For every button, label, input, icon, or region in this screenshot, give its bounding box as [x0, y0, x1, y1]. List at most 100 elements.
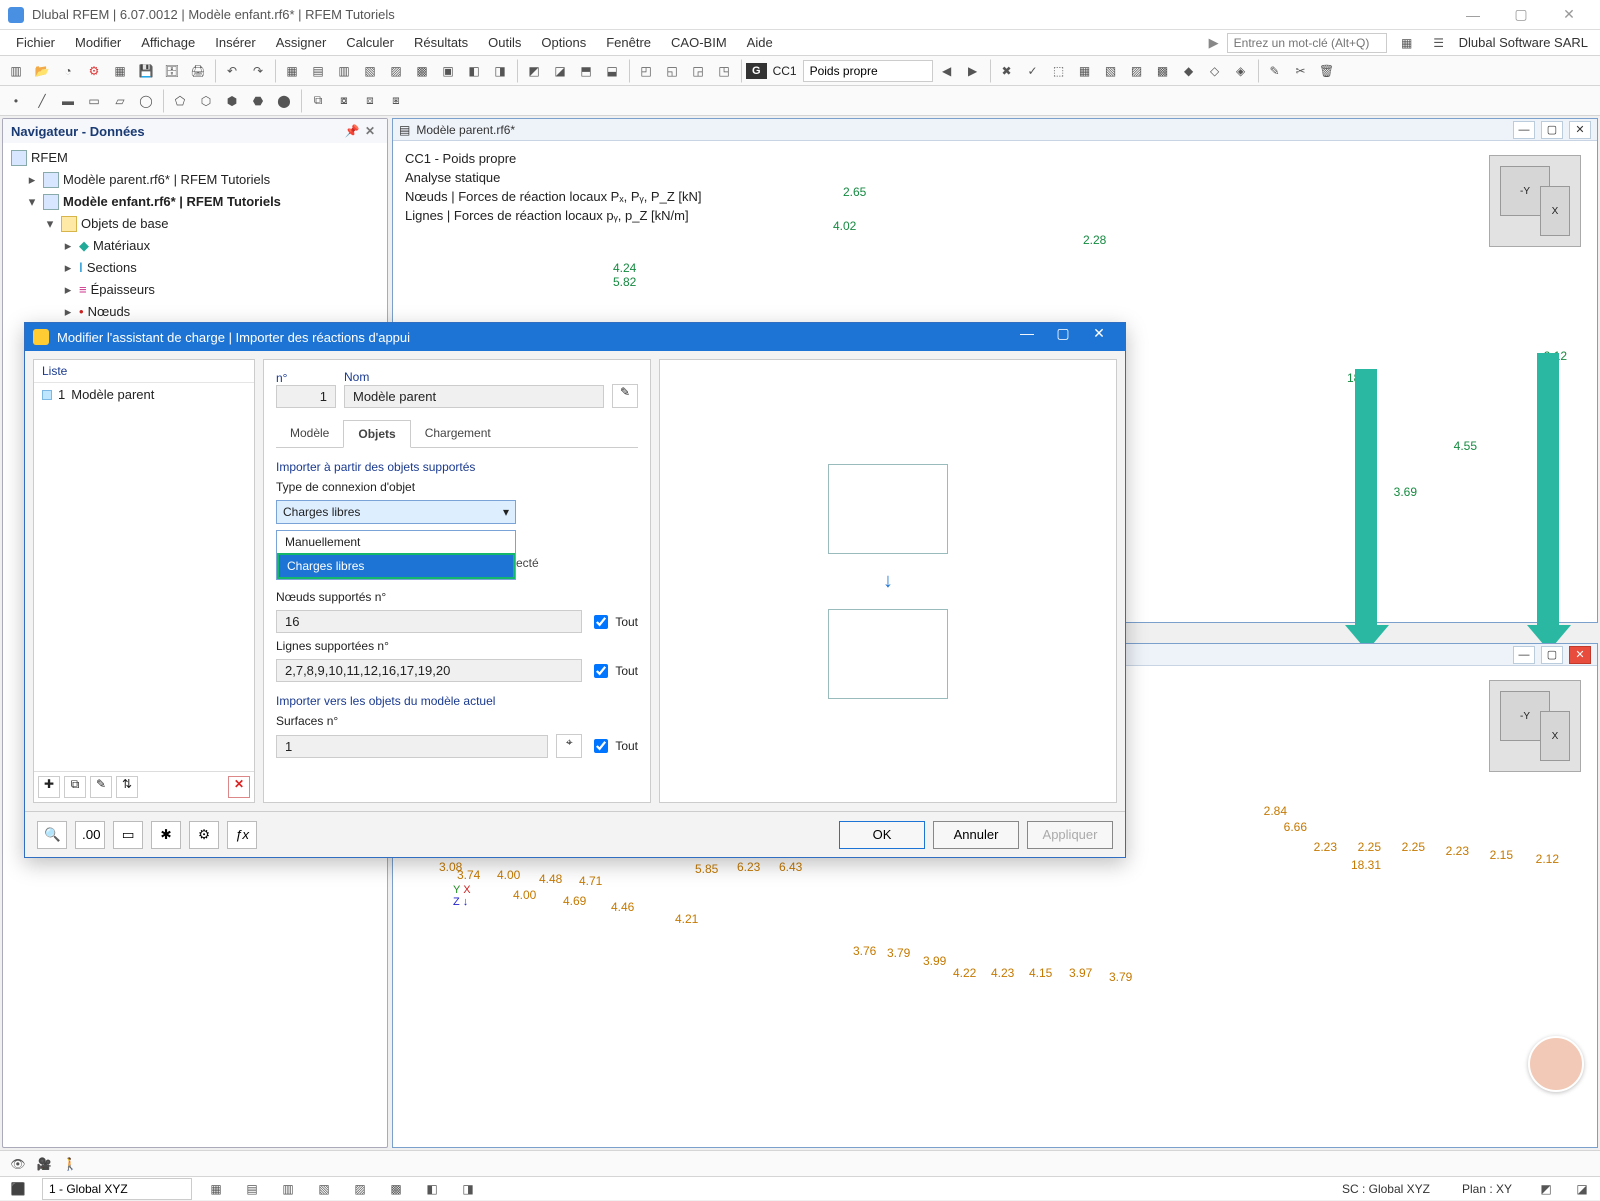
- loadcase-combo[interactable]: [803, 60, 933, 82]
- surface-icon[interactable]: ▭: [82, 89, 106, 113]
- save-icon[interactable]: 💾: [134, 59, 158, 83]
- list-copy-icon[interactable]: ⧉: [64, 776, 86, 798]
- tree-model-parent[interactable]: Modèle parent.rf6* | RFEM Tutoriels: [63, 169, 270, 191]
- tree-root[interactable]: RFEM: [31, 147, 68, 169]
- toolbar-icon[interactable]: ⬓: [600, 59, 624, 83]
- view-cube[interactable]: -Y X: [1489, 155, 1581, 247]
- connection-type-dropdown[interactable]: Manuellement Charges libres: [276, 530, 516, 580]
- status-icon[interactable]: ◩: [1534, 1177, 1558, 1201]
- list-item[interactable]: 1 Modèle parent: [34, 383, 254, 406]
- window-minimize[interactable]: —: [1450, 1, 1496, 29]
- tree-base-objects[interactable]: Objets de base: [81, 213, 168, 235]
- apply-button[interactable]: Appliquer: [1027, 821, 1113, 849]
- footer-tool-icon[interactable]: ✱: [151, 821, 181, 849]
- list-new-icon[interactable]: ✚: [38, 776, 60, 798]
- assistant-avatar[interactable]: [1528, 1036, 1584, 1092]
- footer-color-icon[interactable]: ▭: [113, 821, 143, 849]
- tree-materiaux[interactable]: Matériaux: [93, 235, 150, 257]
- recent-icon[interactable]: ◔: [56, 59, 80, 83]
- menu-fenetre[interactable]: Fenêtre: [596, 31, 661, 54]
- pick-surfaces-icon[interactable]: ⌖: [556, 734, 582, 758]
- toolbar-icon[interactable]: ◩: [522, 59, 546, 83]
- toolbar-icon[interactable]: ⧆: [384, 89, 408, 113]
- toolbar-icon[interactable]: ✖: [995, 59, 1019, 83]
- footer-tool-icon[interactable]: ⚙: [189, 821, 219, 849]
- status-icon[interactable]: ▨: [348, 1177, 372, 1201]
- toolbar-icon[interactable]: ▦: [1395, 31, 1419, 55]
- tab-modele[interactable]: Modèle: [276, 420, 343, 447]
- member-icon[interactable]: ▬: [56, 89, 80, 113]
- undo-icon[interactable]: ↶: [220, 59, 244, 83]
- toolbar-icon[interactable]: ☰: [1427, 31, 1451, 55]
- viewport-close[interactable]: ✕: [1569, 646, 1591, 664]
- line-icon[interactable]: ╱: [30, 89, 54, 113]
- toolbar-icon[interactable]: ◇: [1203, 59, 1227, 83]
- dropdown-option-charges-libres[interactable]: Charges libres: [277, 553, 515, 579]
- toolbar-icon[interactable]: ⬚: [1047, 59, 1071, 83]
- status-icon[interactable]: ▩: [384, 1177, 408, 1201]
- toolbar-icon[interactable]: ▧: [1099, 59, 1123, 83]
- toolbar-icon[interactable]: ⬢: [220, 89, 244, 113]
- ok-button[interactable]: OK: [839, 821, 925, 849]
- toolbar-icon[interactable]: ▦: [1073, 59, 1097, 83]
- navigator-close-icon[interactable]: ✕: [361, 124, 379, 138]
- menu-affichage[interactable]: Affichage: [131, 31, 205, 54]
- tab-objets[interactable]: Objets: [343, 420, 410, 448]
- toolbar-icon[interactable]: ▩: [410, 59, 434, 83]
- menu-outils[interactable]: Outils: [478, 31, 531, 54]
- footer-units-icon[interactable]: .00: [75, 821, 105, 849]
- toolbar-icon[interactable]: ◪: [548, 59, 572, 83]
- toolbar-icon[interactable]: ◈: [1229, 59, 1253, 83]
- footer-script-icon[interactable]: ƒx: [227, 821, 257, 849]
- toolbar-icon[interactable]: ⧉: [306, 89, 330, 113]
- toolbar-icon[interactable]: ⬠: [168, 89, 192, 113]
- tree-epaisseurs[interactable]: Épaisseurs: [91, 279, 155, 301]
- status-icon[interactable]: ▥: [276, 1177, 300, 1201]
- toolbar-icon[interactable]: ▤: [306, 59, 330, 83]
- tree-noeuds[interactable]: Nœuds: [88, 301, 131, 323]
- menu-options[interactable]: Options: [531, 31, 596, 54]
- lines-field[interactable]: 2,7,8,9,10,11,12,16,17,19,20: [276, 659, 582, 682]
- tree-model-enfant[interactable]: Modèle enfant.rf6* | RFEM Tutoriels: [63, 191, 281, 213]
- toolbar-icon[interactable]: ▦: [280, 59, 304, 83]
- viewport-tab-label[interactable]: Modèle parent.rf6*: [416, 123, 515, 137]
- menu-modifier[interactable]: Modifier: [65, 31, 131, 54]
- number-field[interactable]: 1: [276, 385, 336, 408]
- nodes-all-checkbox[interactable]: Tout: [590, 612, 638, 632]
- menu-resultats[interactable]: Résultats: [404, 31, 478, 54]
- save-all-icon[interactable]: 🗄: [160, 59, 184, 83]
- toolbar-icon[interactable]: ◰: [634, 59, 658, 83]
- surfaces-all-checkbox[interactable]: Tout: [590, 736, 638, 756]
- coord-system-combo[interactable]: [42, 1178, 192, 1200]
- list-delete-icon[interactable]: ✕: [228, 776, 250, 798]
- viewport-minimize[interactable]: —: [1513, 646, 1535, 664]
- toolbar-icon[interactable]: ⬣: [246, 89, 270, 113]
- menu-calculer[interactable]: Calculer: [336, 31, 404, 54]
- edit-name-icon[interactable]: ✎: [612, 384, 638, 408]
- dialog-minimize[interactable]: —: [1009, 325, 1045, 349]
- redo-icon[interactable]: ↷: [246, 59, 270, 83]
- menu-inserer[interactable]: Insérer: [205, 31, 265, 54]
- toolbar-icon[interactable]: ✎: [1263, 59, 1287, 83]
- navigator-tree[interactable]: RFEM ▸Modèle parent.rf6* | RFEM Tutoriel…: [3, 143, 387, 349]
- dialog-maximize[interactable]: ▢: [1045, 325, 1081, 349]
- list-tool-icon[interactable]: ⇅: [116, 776, 138, 798]
- dropdown-option-manuellement[interactable]: Manuellement: [277, 531, 515, 553]
- settings-icon[interactable]: ⚙: [82, 59, 106, 83]
- toolbar-icon[interactable]: ⧇: [332, 89, 356, 113]
- prev-icon[interactable]: ◀: [935, 59, 959, 83]
- window-maximize[interactable]: ▢: [1498, 1, 1544, 29]
- opening-icon[interactable]: ◯: [134, 89, 158, 113]
- new-icon[interactable]: ▥: [4, 59, 28, 83]
- status-icon[interactable]: ◧: [420, 1177, 444, 1201]
- toolbar-icon[interactable]: ⬒: [574, 59, 598, 83]
- grid-icon[interactable]: ▦: [108, 59, 132, 83]
- toolbar-icon[interactable]: ▨: [1125, 59, 1149, 83]
- name-field[interactable]: Modèle parent: [344, 385, 604, 408]
- tab-chargement[interactable]: Chargement: [411, 420, 505, 447]
- toolbar-icon[interactable]: ✂: [1289, 59, 1313, 83]
- toolbar-icon[interactable]: ◧: [462, 59, 486, 83]
- viewport-maximize[interactable]: ▢: [1541, 646, 1563, 664]
- toolbar-icon[interactable]: ▩: [1151, 59, 1175, 83]
- open-icon[interactable]: 📂: [30, 59, 54, 83]
